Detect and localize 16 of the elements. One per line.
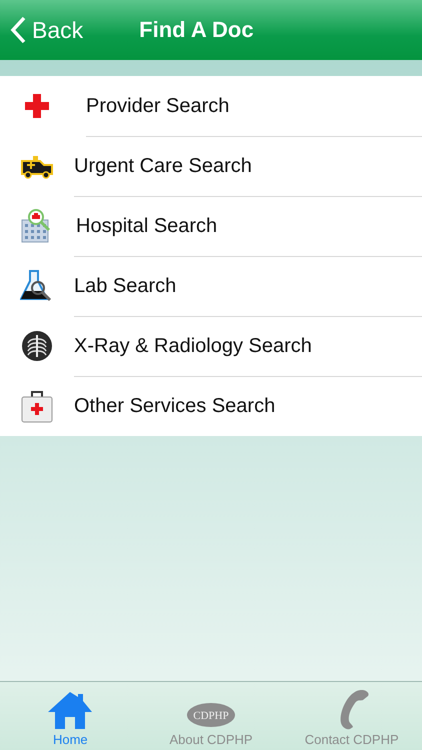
menu-item[interactable]: X-Ray & Radiology Search xyxy=(0,316,422,376)
first-aid-kit-icon xyxy=(21,389,53,423)
medical-cross-icon xyxy=(24,93,50,119)
logo-icon: CDPHP xyxy=(186,700,236,730)
menu-item[interactable]: Urgent Care Search xyxy=(0,136,422,196)
menu-item[interactable]: Hospital Search xyxy=(0,196,422,256)
back-label: Back xyxy=(32,16,84,44)
menu-item[interactable]: Provider Search xyxy=(0,76,422,136)
ambulance-icon xyxy=(20,153,54,179)
menu-item[interactable]: Other Services Search xyxy=(0,376,422,436)
menu-item[interactable]: Lab Search xyxy=(0,256,422,316)
chevron-left-icon xyxy=(10,16,26,44)
home-icon xyxy=(47,690,94,730)
ribcage-xray-icon xyxy=(21,330,53,362)
screen-title: Find A Doc xyxy=(139,17,254,43)
flask-magnifier-icon xyxy=(20,269,54,303)
